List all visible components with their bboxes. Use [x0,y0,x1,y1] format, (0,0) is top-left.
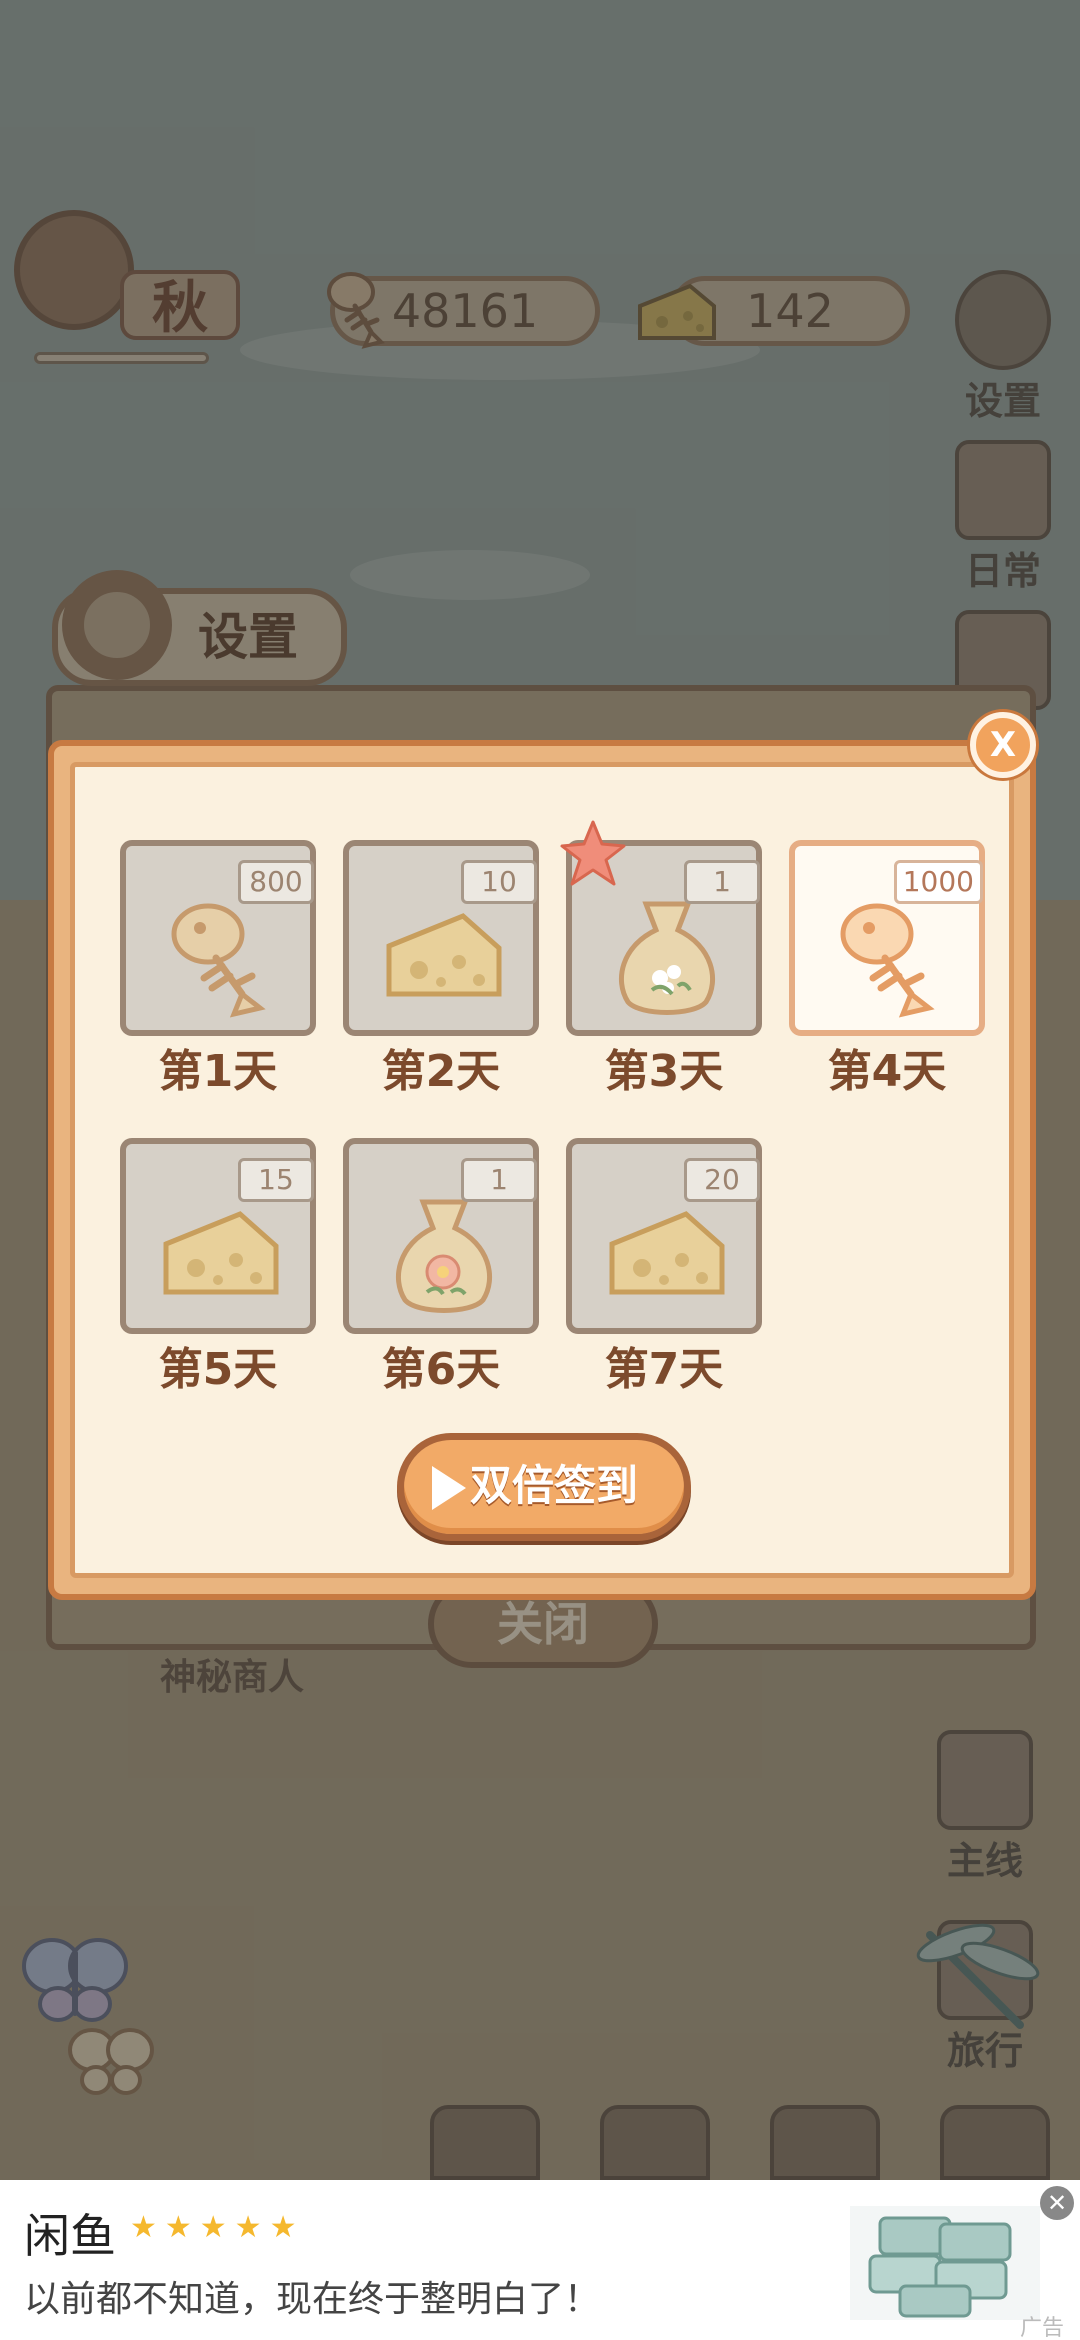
day-card-6[interactable]: 1 第6天 [341,1138,541,1400]
ad-description: 以前都不知道，现在终于整明白了！ [24,2279,601,2320]
day-box: 1000 [789,840,985,1036]
day-label: 第4天 [827,1046,947,1097]
close-button[interactable]: X [970,712,1036,778]
ad-close-icon[interactable]: ✕ [1040,2186,1074,2220]
reward-count: 15 [238,1158,314,1202]
day-card-5[interactable]: 15 第5天 [118,1138,318,1400]
day-box: 1 [343,1138,539,1334]
day-label: 第7天 [604,1344,724,1395]
reward-count: 1 [684,860,760,904]
ad-product-image [850,2206,1040,2320]
day-label: 第6天 [381,1344,501,1395]
day-box: 800 [120,840,316,1036]
ad-banner[interactable]: 闲鱼 ★★★★★ 以前都不知道，现在终于整明白了！ ✕ [0,2180,1080,2340]
reward-count: 1000 [893,860,983,904]
cheese-icon [609,1211,725,1295]
cheese-icon [386,913,502,997]
fish-bone-icon [840,903,935,1018]
day-label: 第2天 [381,1046,501,1097]
double-signin-label: 双倍签到 [470,1461,639,1510]
ad-rating-stars: ★★★★★ [130,2210,305,2245]
flower-badge-icon [560,820,626,886]
ad-title: 闲鱼 [24,2209,116,2263]
day-card-7[interactable]: 20 第7天 [564,1138,764,1400]
play-icon [432,1466,466,1510]
cheese-icon [163,1211,279,1295]
day-card-2[interactable]: 10 第2天 [341,840,541,1102]
day-label: 第1天 [158,1046,278,1097]
reward-count: 1 [461,1158,537,1202]
reward-count: 20 [684,1158,760,1202]
day-card-4[interactable]: 1000 第4天 [787,840,987,1102]
flower-seed-bag-icon [395,1199,493,1313]
reward-count: 800 [238,860,314,904]
day-label: 第3天 [604,1046,724,1097]
double-signin-button[interactable]: 双倍签到 [397,1433,691,1541]
fish-bone-icon [171,903,266,1018]
seed-bag-icon [618,901,716,1015]
ad-label: 广告 [1020,2316,1065,2340]
day-card-1[interactable]: 800 第1天 [118,840,318,1102]
day-box: 15 [120,1138,316,1334]
day-label: 第5天 [158,1344,278,1395]
reward-count: 10 [461,860,537,904]
day-box: 20 [566,1138,762,1334]
day-box: 10 [343,840,539,1036]
